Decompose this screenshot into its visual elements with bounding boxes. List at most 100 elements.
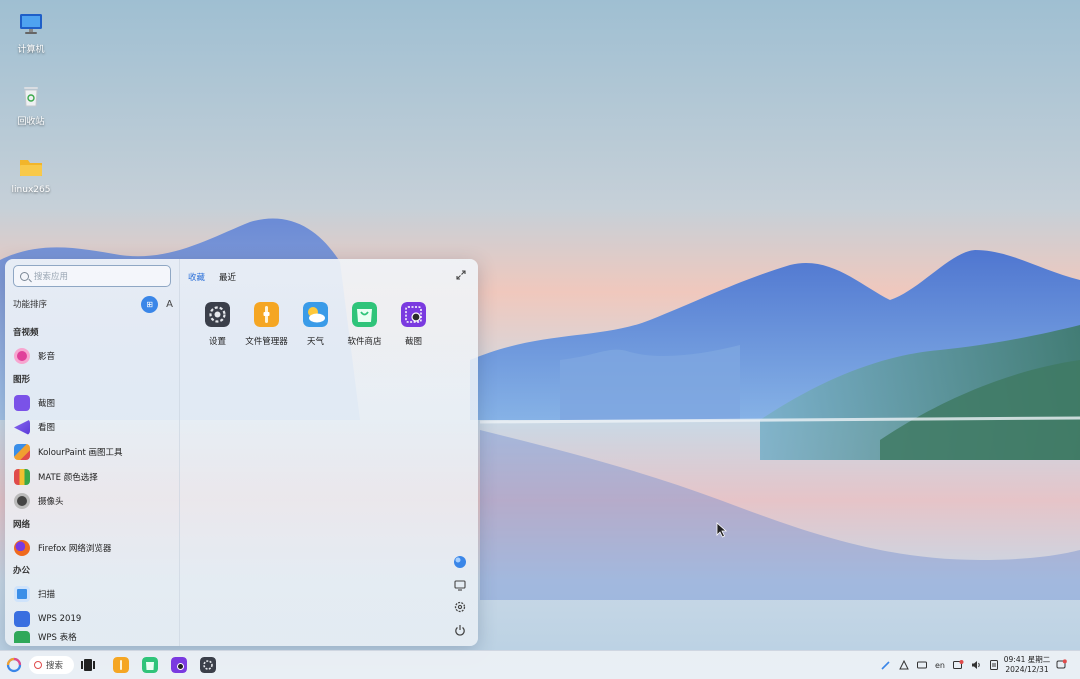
favorites-tabs: 收藏 最近 bbox=[188, 271, 236, 283]
app-item-label: 看图 bbox=[38, 423, 56, 434]
app-item-label: WPS 2019 bbox=[38, 614, 82, 625]
app-item-image-viewer[interactable]: 看图 bbox=[5, 415, 180, 440]
system-tray: en bbox=[880, 657, 1000, 673]
desktop-icon-folder[interactable]: linux265 bbox=[1, 155, 61, 195]
app-list-pane: 搜索应用 功能排序 ⊞ A 音视频 影音 图形 截图 看图 KolourPain… bbox=[5, 259, 180, 646]
mouse-cursor-icon bbox=[716, 522, 728, 538]
taskbar: 搜索 en 09:41 星期二 2024/12/31 bbox=[0, 650, 1080, 679]
image-viewer-icon bbox=[14, 419, 30, 436]
file-manager-icon bbox=[254, 302, 279, 327]
color-picker-icon bbox=[14, 468, 30, 485]
clipboard-icon[interactable] bbox=[988, 659, 1000, 671]
weather-icon bbox=[303, 302, 328, 327]
search-icon bbox=[20, 271, 29, 281]
settings-icon bbox=[205, 302, 230, 327]
firefox-icon bbox=[14, 539, 30, 556]
power-icon[interactable] bbox=[453, 623, 467, 637]
favorite-weather[interactable]: 天气 bbox=[291, 302, 340, 347]
app-item-video-player[interactable]: 影音 bbox=[5, 344, 180, 369]
favorite-label: 天气 bbox=[306, 337, 324, 347]
app-item-label: MATE 颜色选择 bbox=[38, 472, 98, 483]
sort-row: 功能排序 ⊞ A bbox=[13, 295, 173, 313]
app-item-scanner[interactable]: 扫描 bbox=[5, 582, 180, 607]
app-item-kolourpaint[interactable]: KolourPaint 画图工具 bbox=[5, 440, 180, 465]
expand-fullscreen-icon[interactable] bbox=[456, 270, 466, 280]
software-store-icon[interactable] bbox=[142, 657, 158, 673]
start-menu-button[interactable] bbox=[6, 657, 22, 673]
favorite-settings[interactable]: 设置 bbox=[193, 302, 242, 347]
settings-gear-icon[interactable] bbox=[453, 600, 467, 614]
app-item-label: 影音 bbox=[38, 352, 56, 363]
app-list: 音视频 影音 图形 截图 看图 KolourPaint 画图工具 MATE 颜色… bbox=[5, 322, 180, 644]
keyboard-icon[interactable] bbox=[916, 659, 928, 671]
search-placeholder: 搜索应用 bbox=[34, 272, 69, 282]
favorite-label: 文件管理器 bbox=[245, 337, 288, 347]
taskbar-search-label: 搜索 bbox=[46, 661, 64, 671]
folder-icon bbox=[20, 160, 42, 176]
app-item-label: Firefox 网络浏览器 bbox=[38, 543, 112, 554]
screenshot-icon[interactable] bbox=[171, 657, 187, 673]
user-avatar-icon[interactable] bbox=[453, 555, 467, 569]
app-item-label: WPS 表格 bbox=[38, 633, 77, 644]
desktop-icon-computer[interactable]: 计算机 bbox=[1, 12, 61, 55]
input-method-label[interactable]: en bbox=[934, 659, 946, 671]
pen-icon[interactable] bbox=[880, 659, 892, 671]
trash-icon bbox=[24, 87, 38, 107]
app-item-label: 摄像头 bbox=[38, 497, 64, 508]
app-item-label: 扫描 bbox=[38, 590, 56, 601]
notification-center-icon[interactable] bbox=[1056, 659, 1067, 670]
app-item-wps[interactable]: WPS 2019 bbox=[5, 607, 180, 632]
screenshot-icon bbox=[14, 394, 30, 411]
taskbar-search-button[interactable]: 搜索 bbox=[29, 656, 74, 674]
favorite-software-store[interactable]: 软件商店 bbox=[340, 302, 389, 347]
network-icon[interactable] bbox=[898, 659, 910, 671]
category-heading: 图形 bbox=[13, 374, 31, 385]
app-item-label: KolourPaint 画图工具 bbox=[38, 448, 123, 459]
sort-label: 功能排序 bbox=[13, 300, 48, 310]
display-icon[interactable] bbox=[453, 578, 467, 592]
app-item-screenshot[interactable]: 截图 bbox=[5, 391, 180, 416]
tab-favorites[interactable]: 收藏 bbox=[188, 271, 205, 283]
desktop-icon-label: 回收站 bbox=[17, 117, 45, 127]
tab-recent[interactable]: 最近 bbox=[219, 271, 236, 283]
clock-time: 09:41 星期二 bbox=[1003, 655, 1051, 664]
desktop-icon-trash[interactable]: 回收站 bbox=[1, 84, 61, 127]
app-search-input[interactable]: 搜索应用 bbox=[13, 265, 171, 287]
multitask-view-icon[interactable] bbox=[80, 657, 96, 673]
file-manager-icon[interactable] bbox=[113, 657, 129, 673]
notification-badge-icon[interactable] bbox=[952, 659, 964, 671]
volume-icon[interactable] bbox=[970, 659, 982, 671]
category-heading: 办公 bbox=[13, 566, 31, 577]
favorite-screenshot[interactable]: 截图 bbox=[389, 302, 438, 347]
menu-side-actions bbox=[453, 555, 469, 645]
app-item-label: 截图 bbox=[38, 398, 56, 409]
desktop-icon-label: 计算机 bbox=[17, 45, 45, 55]
screenshot-icon bbox=[401, 302, 426, 327]
app-item-mate-color[interactable]: MATE 颜色选择 bbox=[5, 464, 180, 489]
camera-icon bbox=[14, 493, 30, 510]
search-icon bbox=[34, 661, 42, 669]
app-item-firefox[interactable]: Firefox 网络浏览器 bbox=[5, 536, 180, 561]
favorite-file-manager[interactable]: 文件管理器 bbox=[242, 302, 291, 347]
taskbar-clock[interactable]: 09:41 星期二 2024/12/31 bbox=[1002, 655, 1052, 675]
start-menu: 搜索应用 功能排序 ⊞ A 音视频 影音 图形 截图 看图 KolourPain… bbox=[5, 259, 478, 646]
category-heading: 网络 bbox=[13, 519, 31, 530]
clock-date: 2024/12/31 bbox=[1005, 665, 1049, 674]
desktop-icon-label: linux265 bbox=[11, 185, 51, 195]
favorites-grid: 设置 文件管理器 天气 软件商店 截图 bbox=[193, 302, 438, 347]
settings-icon[interactable] bbox=[200, 657, 216, 673]
wps-icon bbox=[14, 611, 30, 628]
sort-by-category-button[interactable]: ⊞ bbox=[141, 295, 159, 313]
app-item-camera[interactable]: 摄像头 bbox=[5, 489, 180, 514]
software-store-icon bbox=[352, 302, 377, 327]
computer-icon bbox=[20, 14, 42, 34]
sort-alphabetical-button[interactable]: A bbox=[166, 299, 173, 310]
paint-icon bbox=[14, 444, 30, 461]
favorite-label: 设置 bbox=[208, 337, 226, 347]
favorite-label: 软件商店 bbox=[347, 337, 382, 347]
video-player-icon bbox=[14, 348, 30, 365]
favorite-label: 截图 bbox=[404, 337, 422, 347]
app-item-wps-spreadsheet[interactable]: WPS 表格 bbox=[5, 631, 180, 644]
scanner-icon bbox=[14, 586, 30, 603]
wps-spreadsheet-icon bbox=[14, 631, 30, 644]
